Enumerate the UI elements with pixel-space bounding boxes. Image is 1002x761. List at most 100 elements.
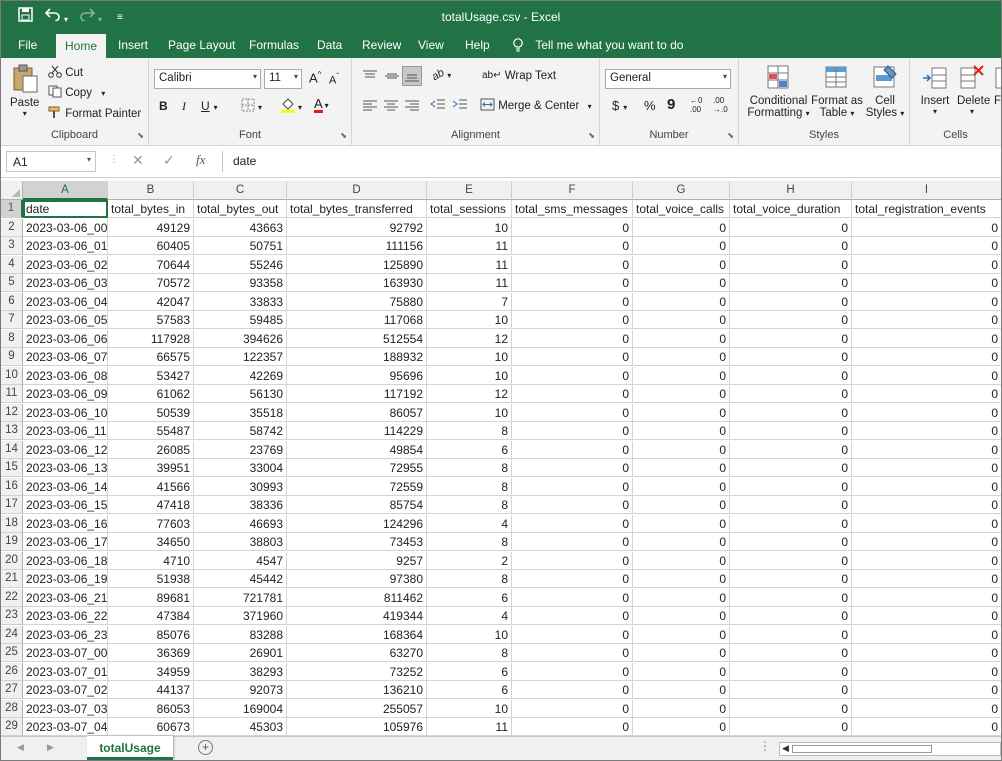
data-cell[interactable]: 0: [633, 477, 730, 496]
data-cell[interactable]: 51938: [108, 570, 194, 588]
percent-button[interactable]: %: [644, 98, 656, 113]
insert-cells-button[interactable]: Insert ▾: [920, 64, 950, 116]
data-cell[interactable]: 0: [730, 459, 852, 477]
data-cell[interactable]: 0: [852, 607, 1001, 625]
data-cell[interactable]: 85076: [108, 625, 194, 644]
data-cell[interactable]: 0: [633, 533, 730, 551]
data-cell[interactable]: 0: [512, 292, 633, 311]
row-header[interactable]: 19: [1, 533, 23, 551]
data-cell[interactable]: 35518: [194, 403, 287, 422]
data-cell[interactable]: 2023-03-07_04: [23, 718, 108, 736]
data-cell[interactable]: 2023-03-06_07: [23, 348, 108, 366]
data-cell[interactable]: 188932: [287, 348, 427, 366]
data-cell[interactable]: 56130: [194, 385, 287, 403]
header-cell[interactable]: total_registration_events: [852, 200, 1001, 218]
font-color-button[interactable]: A ▾: [314, 97, 329, 113]
number-launcher-icon[interactable]: ⬊: [727, 131, 734, 140]
data-cell[interactable]: 2: [427, 551, 512, 570]
data-cell[interactable]: 0: [633, 588, 730, 607]
data-cell[interactable]: 47418: [108, 496, 194, 514]
data-cell[interactable]: 45442: [194, 570, 287, 588]
tab-data[interactable]: Data: [317, 38, 342, 52]
data-cell[interactable]: 0: [730, 699, 852, 718]
tab-insert[interactable]: Insert: [118, 38, 148, 52]
data-cell[interactable]: 0: [633, 255, 730, 274]
name-box[interactable]: A1 ▾: [6, 151, 96, 172]
decrease-indent-button[interactable]: [430, 98, 446, 113]
data-cell[interactable]: 92073: [194, 681, 287, 699]
data-cell[interactable]: 0: [852, 330, 1001, 348]
data-cell[interactable]: 10: [427, 311, 512, 329]
data-cell[interactable]: 42269: [194, 366, 287, 385]
data-cell[interactable]: 0: [633, 292, 730, 311]
data-cell[interactable]: 371960: [194, 607, 287, 625]
data-cell[interactable]: 70572: [108, 274, 194, 292]
data-cell[interactable]: 0: [633, 551, 730, 570]
increase-decimal-button[interactable]: ←0.00: [690, 96, 702, 114]
data-cell[interactable]: 73252: [287, 662, 427, 681]
data-cell[interactable]: 38803: [194, 533, 287, 551]
row-header[interactable]: 15: [1, 459, 23, 477]
data-cell[interactable]: 0: [852, 385, 1001, 403]
data-cell[interactable]: 46693: [194, 514, 287, 533]
data-cell[interactable]: 33833: [194, 292, 287, 311]
data-cell[interactable]: 8: [427, 459, 512, 477]
data-cell[interactable]: 0: [512, 440, 633, 459]
data-cell[interactable]: 0: [852, 515, 1001, 533]
data-cell[interactable]: 2023-03-06_01: [23, 237, 108, 255]
data-cell[interactable]: 0: [512, 699, 633, 718]
data-cell[interactable]: 11: [427, 237, 512, 255]
row-header[interactable]: 9: [1, 348, 23, 366]
data-cell[interactable]: 0: [633, 459, 730, 477]
data-cell[interactable]: 0: [730, 607, 852, 625]
data-cell[interactable]: 0: [730, 218, 852, 237]
data-cell[interactable]: 57583: [108, 311, 194, 329]
data-cell[interactable]: 0: [633, 218, 730, 237]
data-cell[interactable]: 2023-03-06_19: [23, 570, 108, 588]
data-cell[interactable]: 0: [852, 219, 1001, 237]
data-cell[interactable]: 0: [730, 292, 852, 311]
data-cell[interactable]: 0: [852, 589, 1001, 607]
data-cell[interactable]: 4: [427, 514, 512, 533]
header-cell[interactable]: total_sessions: [427, 200, 512, 218]
data-cell[interactable]: 34650: [108, 533, 194, 551]
row-header[interactable]: 21: [1, 570, 23, 588]
data-cell[interactable]: 0: [633, 329, 730, 348]
data-cell[interactable]: 0: [730, 311, 852, 329]
data-cell[interactable]: 12: [427, 329, 512, 348]
column-header-a[interactable]: A: [23, 181, 108, 200]
data-cell[interactable]: 0: [852, 237, 1001, 255]
data-cell[interactable]: 6: [427, 440, 512, 459]
data-cell[interactable]: 105976: [287, 718, 427, 736]
data-cell[interactable]: 2023-03-06_13: [23, 459, 108, 477]
data-cell[interactable]: 6: [427, 681, 512, 699]
data-cell[interactable]: 95696: [287, 366, 427, 385]
data-cell[interactable]: 0: [730, 348, 852, 366]
copy-button[interactable]: Copy ▾: [48, 85, 105, 101]
data-cell[interactable]: 0: [633, 385, 730, 403]
data-cell[interactable]: 0: [633, 348, 730, 366]
formula-input[interactable]: date: [222, 151, 1001, 172]
data-cell[interactable]: 0: [730, 440, 852, 459]
data-cell[interactable]: 0: [852, 681, 1001, 699]
data-cell[interactable]: 0: [730, 551, 852, 570]
header-cell[interactable]: total_bytes_in: [108, 200, 194, 218]
data-cell[interactable]: 0: [512, 681, 633, 699]
data-cell[interactable]: 0: [633, 570, 730, 588]
paste-button[interactable]: Paste ▾: [10, 64, 39, 118]
column-header-g[interactable]: G: [633, 181, 730, 200]
data-cell[interactable]: 26901: [194, 644, 287, 662]
data-cell[interactable]: 2023-03-06_16: [23, 514, 108, 533]
data-cell[interactable]: 93358: [194, 274, 287, 292]
data-cell[interactable]: 0: [512, 218, 633, 237]
row-header[interactable]: 24: [1, 625, 23, 644]
cancel-formula-icon[interactable]: ✕: [132, 152, 144, 169]
scrollbar-thumb[interactable]: [792, 745, 932, 753]
data-cell[interactable]: 63270: [287, 644, 427, 662]
data-cell[interactable]: 0: [852, 626, 1001, 644]
data-cell[interactable]: 2023-03-06_09: [23, 385, 108, 403]
column-header-e[interactable]: E: [427, 181, 512, 200]
data-cell[interactable]: 10: [427, 366, 512, 385]
font-size-combo[interactable]: 11 ▾: [264, 69, 302, 89]
data-cell[interactable]: 2023-03-06_10: [23, 403, 108, 422]
